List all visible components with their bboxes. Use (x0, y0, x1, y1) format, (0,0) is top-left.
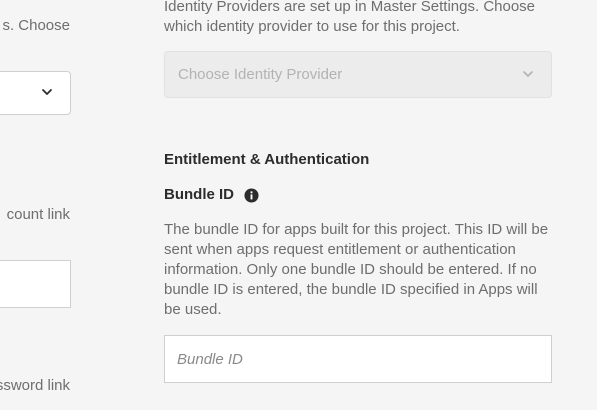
bundle-id-label: Bundle ID (164, 186, 234, 203)
left-settings-column: s. Choose count link ssword link (0, 0, 80, 410)
account-link-input[interactable] (0, 260, 71, 308)
left-help-text-fragment: s. Choose (2, 17, 70, 34)
chevron-down-icon (523, 71, 533, 77)
password-link-label-fragment: ssword link (0, 377, 70, 394)
left-select-dropdown[interactable] (0, 71, 71, 115)
identity-provider-placeholder: Choose Identity Provider (178, 66, 343, 83)
chevron-down-icon (42, 89, 52, 95)
bundle-id-input[interactable] (164, 335, 552, 383)
account-link-label-fragment: count link (6, 206, 70, 223)
identity-provider-select[interactable]: Choose Identity Provider (164, 51, 552, 98)
entitlement-section-title: Entitlement & Authentication (164, 151, 370, 168)
identity-provider-help-line1: Identity Providers are set up in Master … (164, 0, 536, 15)
identity-provider-help-line2: which identity provider to use for this … (164, 18, 460, 35)
identity-provider-help: Identity Providers are set up in Master … (164, 0, 552, 37)
bundle-id-help: The bundle ID for apps built for this pr… (164, 221, 549, 318)
bundle-id-label-row: Bundle ID (164, 185, 259, 205)
project-settings-page: s. Choose count link ssword link Identit… (0, 0, 597, 410)
info-icon[interactable] (244, 187, 259, 203)
